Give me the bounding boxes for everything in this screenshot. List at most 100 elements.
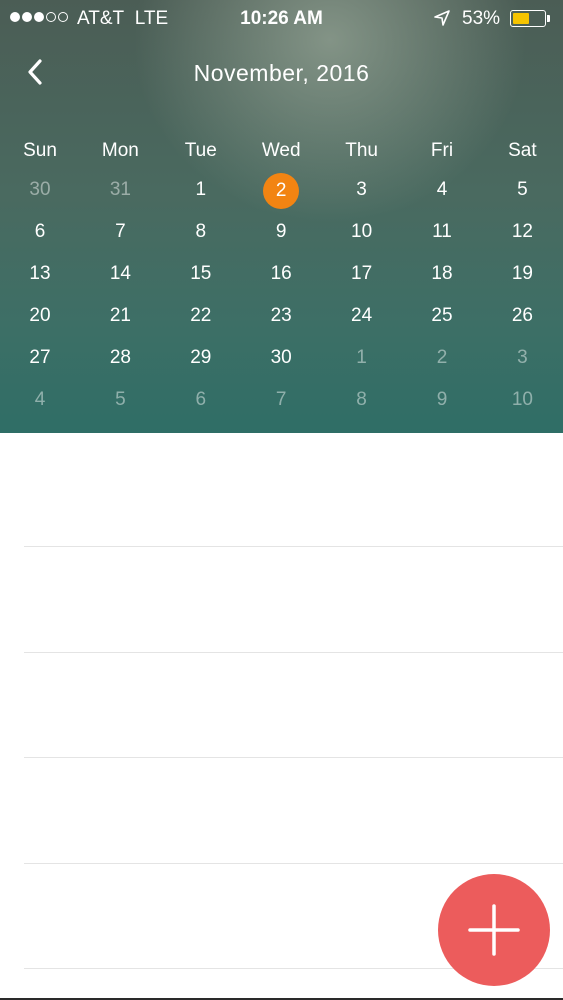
calendar-screen: AT&T LTE 10:26 AM 53% November, 2016 Sun… [0,0,563,1000]
calendar-day[interactable]: 29 [161,341,241,375]
calendar-day[interactable]: 25 [402,299,482,333]
calendar-day[interactable]: 8 [322,383,402,417]
calendar-day[interactable]: 5 [482,173,562,207]
calendar-day[interactable]: 16 [241,257,321,291]
calendar-day-number: 11 [432,221,452,242]
calendar-day[interactable]: 1 [322,341,402,375]
calendar-day[interactable]: 30 [241,341,321,375]
calendar-day[interactable]: 9 [402,383,482,417]
calendar-day[interactable]: 26 [482,299,562,333]
calendar-day[interactable]: 14 [80,257,160,291]
weekday-header-row: Sun Mon Tue Wed Thu Fri Sat [0,140,563,164]
calendar-day[interactable]: 10 [482,383,562,417]
calendar-day-number: 30 [29,179,51,200]
calendar-day[interactable]: 3 [482,341,562,375]
weekday-label-fri: Fri [430,140,454,161]
calendar-day[interactable]: 21 [80,299,160,333]
calendar-day-number: 30 [270,347,292,368]
calendar-day[interactable]: 10 [322,215,402,249]
calendar-day-number: 4 [436,179,448,200]
calendar-day-number: 5 [517,179,528,200]
calendar-day-today[interactable]: 2 [241,173,321,209]
list-item[interactable] [24,441,563,547]
calendar-day[interactable]: 12 [482,215,562,249]
calendar-day[interactable]: 22 [161,299,241,333]
calendar-day[interactable]: 19 [482,257,562,291]
calendar-day-number: 10 [511,389,533,410]
calendar-day[interactable]: 18 [402,257,482,291]
calendar-day[interactable]: 24 [322,299,402,333]
calendar-day-number: 26 [511,305,533,326]
list-item[interactable] [24,758,563,864]
list-item[interactable] [24,652,563,758]
calendar-day-number: 4 [34,389,46,410]
calendar-day-number: 2 [436,347,448,368]
calendar-day-number: 9 [436,389,448,410]
calendar-day-number: 29 [190,347,212,368]
calendar-day[interactable]: 13 [0,257,80,291]
calendar-day[interactable]: 4 [0,383,80,417]
calendar-day[interactable]: 20 [0,299,80,333]
battery-cap [547,15,550,22]
calendar-day-number: 17 [351,263,373,284]
calendar-day[interactable]: 6 [161,383,241,417]
calendar-day-number: 7 [115,221,126,242]
calendar-day-number: 2 [263,173,300,209]
calendar-day-number: 23 [270,305,292,326]
calendar-day-number: 12 [511,221,533,242]
calendar-day-number: 13 [29,263,51,284]
calendar-day[interactable]: 17 [322,257,402,291]
calendar-day-number: 25 [431,305,453,326]
calendar-day-number: 8 [356,389,367,410]
calendar-day[interactable]: 15 [161,257,241,291]
calendar-day[interactable]: 6 [0,215,80,249]
weekday-label-wed: Wed [261,140,301,161]
calendar-day-number: 6 [195,389,207,410]
add-event-button[interactable] [438,874,550,986]
calendar-day-number: 1 [356,347,367,368]
battery-percent: 53% [462,8,501,29]
weekday-label-thu: Thu [345,140,378,161]
calendar-day-number: 19 [511,263,533,284]
calendar-day[interactable]: 7 [241,383,321,417]
weekday-label-sat: Sat [508,140,537,161]
calendar-day[interactable]: 7 [80,215,160,249]
calendar-day[interactable]: 11 [402,215,482,249]
battery-icon [510,10,546,27]
calendar-day[interactable]: 5 [80,383,160,417]
calendar-day-number: 14 [109,263,131,284]
calendar-day-number: 6 [34,221,46,242]
calendar-day-number: 16 [270,263,292,284]
weekday-label-tue: Tue [184,140,217,161]
month-title[interactable]: November, 2016 [0,60,563,87]
calendar-day[interactable]: 8 [161,215,241,249]
calendar-day[interactable]: 28 [80,341,160,375]
calendar-day[interactable]: 3 [322,173,402,207]
calendar-day-number: 31 [109,179,131,200]
weekday-label-sun: Sun [23,140,57,161]
calendar-day[interactable]: 31 [80,173,160,207]
calendar-day[interactable]: 9 [241,215,321,249]
calendar-day[interactable]: 1 [161,173,241,207]
calendar-day-number: 9 [275,221,287,242]
calendar-day[interactable]: 4 [402,173,482,207]
calendar-day-number: 3 [356,179,367,200]
calendar-day-number: 15 [190,263,212,284]
calendar-day-number: 7 [275,389,287,410]
calendar-day-number: 10 [351,221,373,242]
calendar-day[interactable]: 30 [0,173,80,207]
calendar-day-number: 1 [195,179,207,200]
calendar-day-number: 5 [115,389,126,410]
calendar-day[interactable]: 2 [402,341,482,375]
calendar-day-number: 8 [195,221,207,242]
status-bar: AT&T LTE 10:26 AM 53% [0,0,563,38]
calendar-day-number: 24 [351,305,373,326]
calendar-day-number: 18 [431,263,453,284]
calendar-day-number: 21 [109,305,131,326]
calendar-day-number: 3 [517,347,528,368]
list-item[interactable] [24,547,563,653]
calendar-day[interactable]: 27 [0,341,80,375]
calendar-day-number: 22 [190,305,212,326]
calendar-day-number: 27 [29,347,51,368]
calendar-day[interactable]: 23 [241,299,321,333]
